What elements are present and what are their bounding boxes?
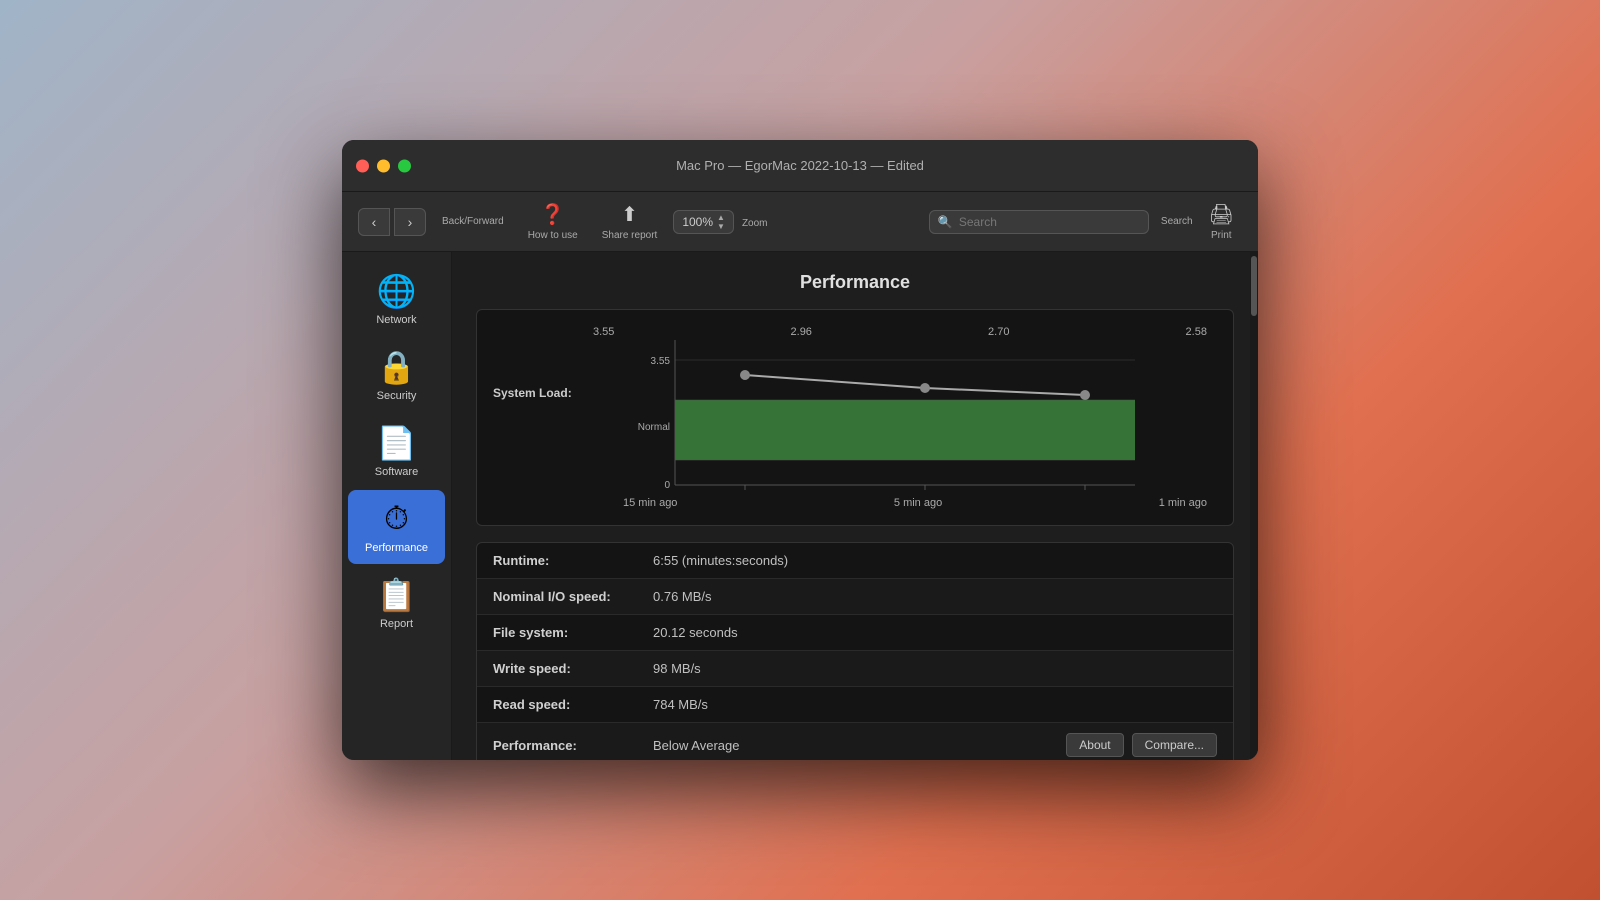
print-button[interactable]: 🖨 Print	[1201, 198, 1242, 245]
stat-value-write: 98 MB/s	[653, 661, 1217, 676]
sidebar-item-security[interactable]: 🔒 Security	[348, 338, 445, 412]
share-report-item[interactable]: ⬆ Share report	[594, 198, 666, 245]
section-title: Performance	[476, 272, 1234, 293]
window-title: Mac Pro — EgorMac 2022-10-13 — Edited	[354, 158, 1246, 173]
minimize-button[interactable]	[377, 159, 390, 172]
stat-value-runtime: 6:55 (minutes:seconds)	[653, 553, 1217, 568]
sidebar-item-report-label: Report	[380, 618, 413, 630]
stat-row-performance: Performance: Below Average About Compare…	[477, 723, 1233, 760]
x-label-3: 1 min ago	[1159, 497, 1207, 509]
sidebar-item-software-label: Software	[375, 466, 418, 478]
help-icon: ❓	[540, 202, 565, 227]
back-button[interactable]: ‹	[358, 208, 390, 236]
search-icon: 🔍	[938, 215, 953, 229]
sidebar-item-software[interactable]: 📄 Software	[348, 414, 445, 488]
search-box[interactable]: 🔍	[929, 210, 1149, 234]
report-icon: 📋	[377, 576, 417, 614]
stat-label-performance: Performance:	[493, 738, 653, 753]
chart-top-values: 3.55 2.96 2.70 2.58	[573, 326, 1217, 340]
content-area: Performance System Load: 3.55 2.96 2.70 …	[452, 252, 1258, 760]
zoom-label: Zoom	[742, 218, 768, 229]
stat-value-filesystem: 20.12 seconds	[653, 625, 1217, 640]
sidebar-item-performance-label: Performance	[365, 542, 428, 554]
back-forward-label: Back/Forward	[442, 216, 504, 227]
back-forward-item: Back/Forward	[434, 212, 512, 231]
search-label: Search	[1161, 216, 1193, 227]
stat-row-filesystem: File system: 20.12 seconds	[477, 615, 1233, 651]
svg-text:3.55: 3.55	[651, 356, 671, 367]
stat-row-io: Nominal I/O speed: 0.76 MB/s	[477, 579, 1233, 615]
nav-button-group: ‹ ›	[358, 208, 426, 236]
chart-val-2: 2.96	[791, 326, 812, 338]
stat-label-filesystem: File system:	[493, 625, 653, 640]
stat-row-read: Read speed: 784 MB/s	[477, 687, 1233, 723]
stat-row-runtime: Runtime: 6:55 (minutes:seconds)	[477, 543, 1233, 579]
performance-actions: About Compare...	[1066, 733, 1217, 757]
x-label-1: 15 min ago	[623, 497, 677, 509]
forward-button[interactable]: ›	[394, 208, 426, 236]
zoom-control[interactable]: 100% ▲ ▼	[673, 210, 734, 234]
chart-val-3: 2.70	[988, 326, 1009, 338]
stats-table: Runtime: 6:55 (minutes:seconds) Nominal …	[476, 542, 1234, 760]
chart-x-labels: 15 min ago 5 min ago 1 min ago	[573, 495, 1217, 509]
x-label-2: 5 min ago	[894, 497, 942, 509]
zoom-value: 100%	[682, 215, 713, 229]
stat-value-read: 784 MB/s	[653, 697, 1217, 712]
how-to-use-label: How to use	[528, 230, 578, 241]
search-input[interactable]	[959, 215, 1140, 229]
sidebar-item-network[interactable]: 🌐 Network	[348, 262, 445, 336]
scrollbar[interactable]	[1250, 252, 1258, 760]
chart-val-4: 2.58	[1186, 326, 1207, 338]
chart-container: System Load: 3.55 2.96 2.70 2.58	[476, 309, 1234, 526]
close-button[interactable]	[356, 159, 369, 172]
stat-label-read: Read speed:	[493, 697, 653, 712]
share-report-label: Share report	[602, 230, 658, 241]
main-area: 🌐 Network 🔒 Security 📄 Software ⏱ Perfor…	[342, 252, 1258, 760]
performance-icon: ⏱	[384, 500, 409, 538]
stat-label-runtime: Runtime:	[493, 553, 653, 568]
stat-value-io: 0.76 MB/s	[653, 589, 1217, 604]
toolbar: ‹ › Back/Forward ❓ How to use ⬆ Share re…	[342, 192, 1258, 252]
network-icon: 🌐	[377, 272, 417, 310]
sidebar-item-network-label: Network	[376, 314, 416, 326]
stat-row-write: Write speed: 98 MB/s	[477, 651, 1233, 687]
software-icon: 📄	[377, 424, 417, 462]
stat-label-write: Write speed:	[493, 661, 653, 676]
chart-svg: 3.55 Normal 0	[573, 340, 1217, 490]
about-button[interactable]: About	[1066, 733, 1123, 757]
security-icon: 🔒	[377, 348, 417, 386]
traffic-lights	[356, 159, 411, 172]
chart-val-1: 3.55	[593, 326, 614, 338]
print-label: Print	[1211, 230, 1232, 241]
sidebar-item-security-label: Security	[377, 390, 417, 402]
scrollbar-thumb[interactable]	[1251, 256, 1257, 316]
system-load-label: System Load:	[493, 326, 573, 400]
stat-value-performance: Below Average	[653, 738, 1066, 753]
print-icon: 🖨	[1209, 202, 1234, 227]
svg-text:Normal: Normal	[638, 422, 670, 433]
sidebar-item-performance[interactable]: ⏱ Performance	[348, 490, 445, 564]
share-icon: ⬆	[621, 202, 638, 227]
sidebar: 🌐 Network 🔒 Security 📄 Software ⏱ Perfor…	[342, 252, 452, 760]
sidebar-item-report[interactable]: 📋 Report	[348, 566, 445, 640]
stat-label-io: Nominal I/O speed:	[493, 589, 653, 604]
zoom-arrows: ▲ ▼	[717, 213, 725, 231]
how-to-use-item[interactable]: ❓ How to use	[520, 198, 586, 245]
main-window: Mac Pro — EgorMac 2022-10-13 — Edited ‹ …	[342, 140, 1258, 760]
titlebar: Mac Pro — EgorMac 2022-10-13 — Edited	[342, 140, 1258, 192]
svg-text:0: 0	[664, 480, 670, 490]
compare-button[interactable]: Compare...	[1132, 733, 1217, 757]
fullscreen-button[interactable]	[398, 159, 411, 172]
